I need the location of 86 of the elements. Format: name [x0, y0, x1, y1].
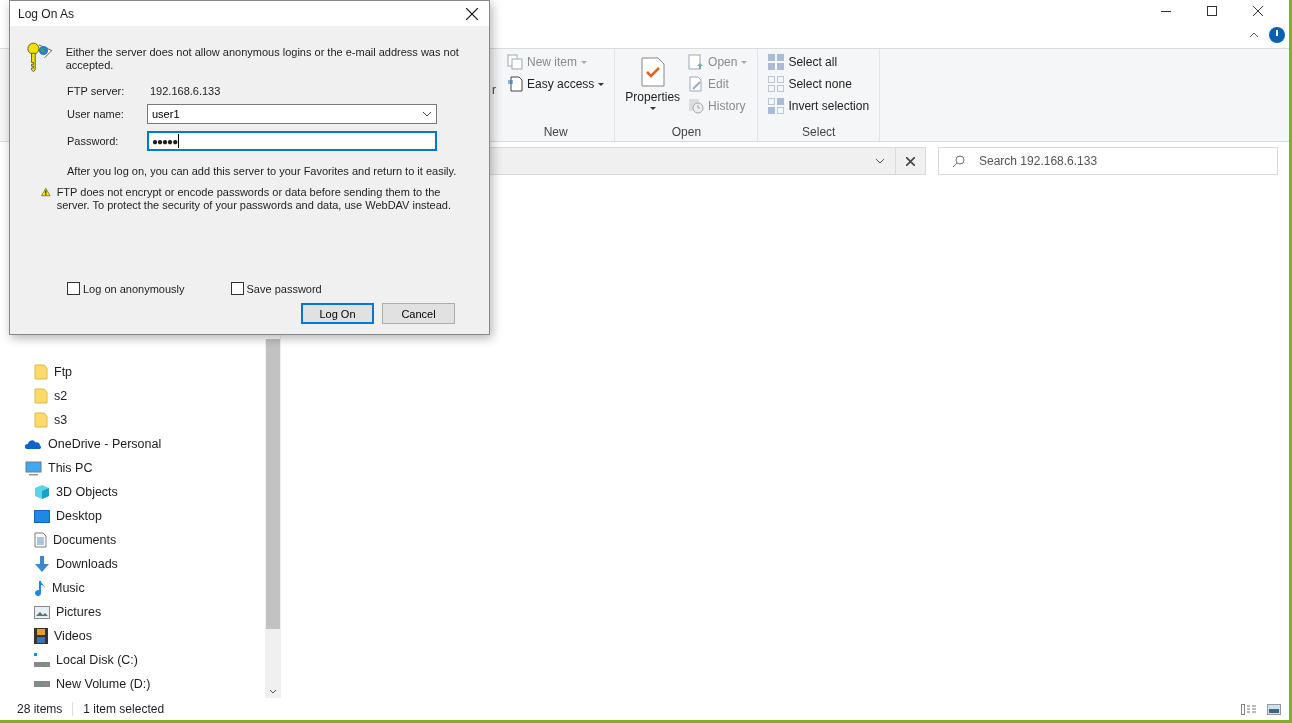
document-icon [34, 532, 47, 548]
pencil-document-icon [688, 76, 705, 92]
picture-icon [34, 605, 50, 619]
maximize-icon [1207, 6, 1217, 16]
nav-item[interactable]: OneDrive - Personal [0, 432, 265, 456]
checkmark-document-icon [640, 57, 665, 87]
properties-button[interactable]: Properties [623, 53, 683, 125]
caret-icon [649, 107, 656, 110]
chevron-down-icon[interactable] [875, 158, 885, 164]
dialog-title: Log On As [18, 6, 75, 21]
details-view-icon[interactable] [1241, 703, 1257, 715]
warning-text: FTP does not encrypt or encode passwords or data before sending them to the server. To protect the security of your passwords and data, use WebDAV instead. [56, 186, 452, 212]
field-label: FTP server: [67, 85, 126, 97]
chevron-down-icon[interactable] [422, 111, 432, 117]
nav-item[interactable]: This PC [0, 456, 265, 480]
nav-item[interactable]: s2 [0, 384, 265, 408]
nav-item[interactable]: Music [0, 576, 265, 600]
collapse-ribbon-icon[interactable] [1249, 32, 1259, 38]
document-icon [507, 76, 523, 92]
checkbox-box[interactable] [230, 282, 244, 295]
nav-item[interactable]: Documents [0, 528, 265, 552]
item-count: 28 items [17, 702, 63, 716]
dialog-button[interactable]: Log On [301, 303, 374, 324]
cloud-icon [25, 439, 42, 449]
nav-item[interactable]: Pictures [0, 600, 265, 624]
info-text: After you log on, you can add this server to your Favorites and return to it easily. [67, 165, 458, 178]
nav-item[interactable]: Local Disk (C:) [0, 648, 265, 672]
grid-icon [768, 54, 785, 70]
ribbon-group-label: New [543, 125, 568, 139]
help-icon[interactable] [1269, 27, 1285, 43]
folder-icon [34, 364, 48, 380]
ribbon-button[interactable]: Invert selection [766, 97, 872, 115]
server-address: 192.168.6.133 [149, 85, 222, 97]
new-item-icon [507, 54, 523, 70]
film-icon [34, 628, 48, 644]
nav-item[interactable]: New Volume (D:) [0, 672, 265, 696]
ribbon-group-label: Open [671, 125, 702, 139]
search-field[interactable]: Search 192.168.6.133 [938, 147, 1278, 175]
down-arrow-icon [34, 556, 50, 572]
clock-icon [688, 98, 705, 114]
scrollbar-thumb[interactable] [265, 339, 280, 629]
close-icon [906, 156, 915, 166]
folder-icon [34, 412, 48, 428]
selection-status: 1 item selected [83, 702, 165, 716]
caret-icon [581, 60, 587, 64]
checkbox-box[interactable] [67, 282, 80, 295]
nav-item[interactable]: Desktop [0, 504, 265, 528]
scrollbar[interactable] [265, 339, 280, 698]
cube-icon [34, 484, 50, 500]
nav-item[interactable]: Downloads [0, 552, 265, 576]
grid-icon [768, 98, 785, 114]
grid-icon [768, 76, 785, 92]
music-note-icon [34, 580, 46, 596]
password-field[interactable]: ●●●●● [147, 131, 437, 151]
minimize-icon [1161, 10, 1171, 12]
drive-icon [34, 681, 50, 687]
ribbon-button[interactable]: Easy access [505, 75, 607, 93]
nav-item[interactable]: s3 [0, 408, 265, 432]
field-label: Password: [67, 135, 120, 147]
nav-item[interactable]: Videos [0, 624, 265, 648]
ribbon-label: r [492, 83, 496, 97]
error-message: Either the server does not allow anonymous logins or the e-mail address was not accepted. [65, 46, 460, 73]
caret-icon [598, 82, 605, 86]
nav-item[interactable]: 3D Objects [0, 480, 265, 504]
search-icon [952, 155, 965, 168]
close-icon [1253, 6, 1263, 16]
close-icon [466, 7, 478, 20]
drive-icon [34, 653, 50, 667]
nav-item[interactable]: Ftp [0, 360, 265, 384]
checkbox[interactable]: Log on anonymously [67, 282, 185, 295]
dialog-button[interactable]: Cancel [382, 303, 455, 324]
ribbon-group-label: Select [802, 125, 836, 139]
caret-icon [741, 60, 748, 64]
large-icons-view-icon[interactable] [1267, 703, 1281, 715]
field-label: User name: [67, 108, 125, 120]
scroll-down-icon[interactable] [268, 689, 277, 694]
ribbon-button[interactable]: Select none [766, 75, 872, 93]
username-combo-box[interactable]: user1 [147, 104, 437, 124]
cancel-navigation-button[interactable] [896, 147, 926, 175]
ribbon-button[interactable]: Select all [766, 53, 872, 71]
folder-icon [34, 388, 48, 404]
checkbox[interactable]: Save password [230, 282, 322, 295]
desktop-icon [34, 509, 50, 523]
open-icon [688, 54, 705, 70]
key-globe-icon [26, 40, 54, 73]
monitor-icon [25, 460, 42, 476]
